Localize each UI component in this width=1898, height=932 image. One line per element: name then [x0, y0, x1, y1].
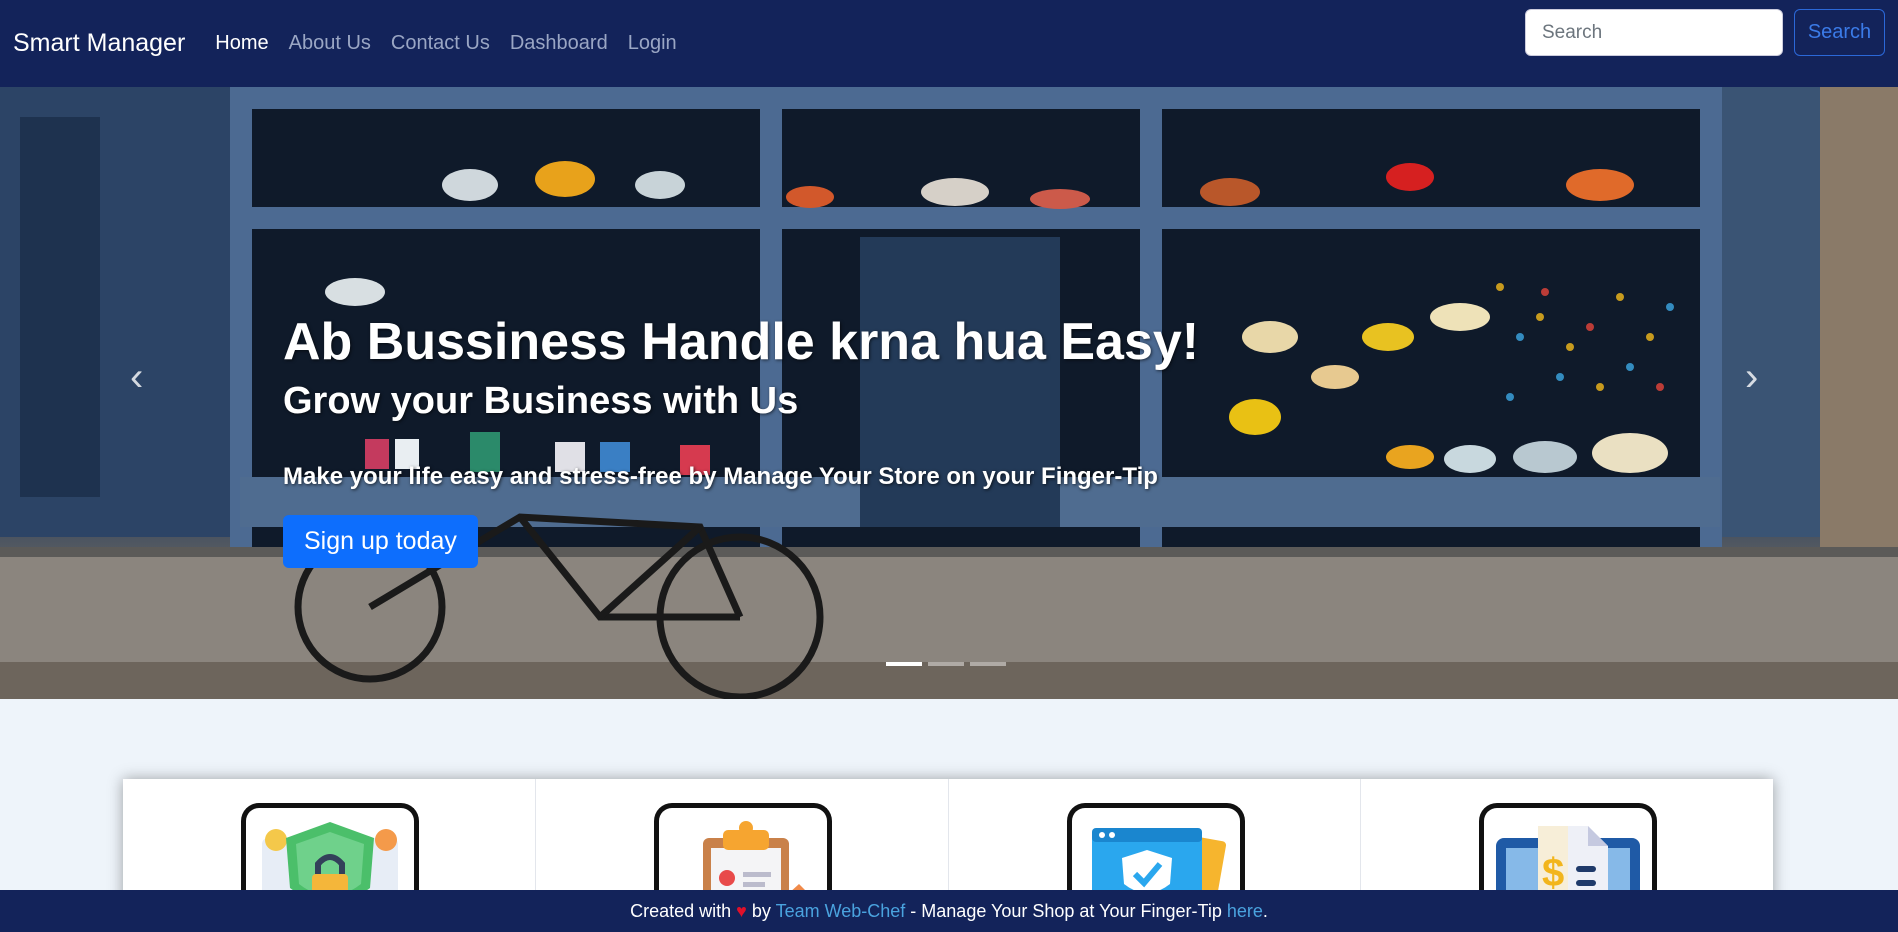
nav-link-home[interactable]: Home [215, 32, 268, 55]
carousel-indicator[interactable] [970, 662, 1006, 666]
carousel-indicator[interactable] [886, 662, 922, 666]
footer: Created with ♥ by Team Web-Chef - Manage… [0, 890, 1898, 932]
footer-middle-text: - Manage Your Shop at Your Finger-Tip [910, 901, 1222, 921]
signup-button[interactable]: Sign up today [283, 515, 478, 568]
search-form: Search [1525, 9, 1885, 56]
carousel-indicators [883, 662, 1009, 666]
footer-suffix: . [1262, 901, 1268, 921]
hero-title: Ab Bussiness Handle krna hua Easy! [283, 313, 1200, 371]
nav-link-login[interactable]: Login [628, 32, 677, 55]
carousel-prev-chevron-left-icon[interactable]: ‹ [130, 357, 143, 397]
footer-team-link[interactable]: Team Web-Chef [776, 901, 906, 921]
svg-text:$: $ [1542, 851, 1564, 895]
carousel-next-chevron-right-icon[interactable]: › [1745, 357, 1758, 397]
footer-by: by [751, 901, 771, 921]
search-button[interactable]: Search [1794, 9, 1885, 56]
heart-icon: ♥ [736, 901, 747, 921]
hero-text: Make your life easy and stress-free by M… [283, 463, 1158, 490]
nav-link-contact-us[interactable]: Contact Us [391, 32, 490, 55]
footer-here-link[interactable]: here [1227, 901, 1263, 921]
brand-logo[interactable]: Smart Manager [13, 29, 185, 58]
navbar: Smart Manager Home About Us Contact Us D… [0, 0, 1898, 87]
hero-carousel: ‹ › Ab Bussiness Handle krna hua Easy! G… [0, 87, 1898, 699]
footer-prefix: Created with [630, 901, 732, 921]
carousel-indicator[interactable] [928, 662, 964, 666]
nav-link-dashboard[interactable]: Dashboard [510, 32, 608, 55]
nav-link-about-us[interactable]: About Us [289, 32, 371, 55]
hero-subtitle: Grow your Business with Us [283, 380, 799, 422]
hero-caption: Ab Bussiness Handle krna hua Easy! Grow … [283, 312, 1199, 568]
search-input[interactable] [1525, 9, 1783, 56]
